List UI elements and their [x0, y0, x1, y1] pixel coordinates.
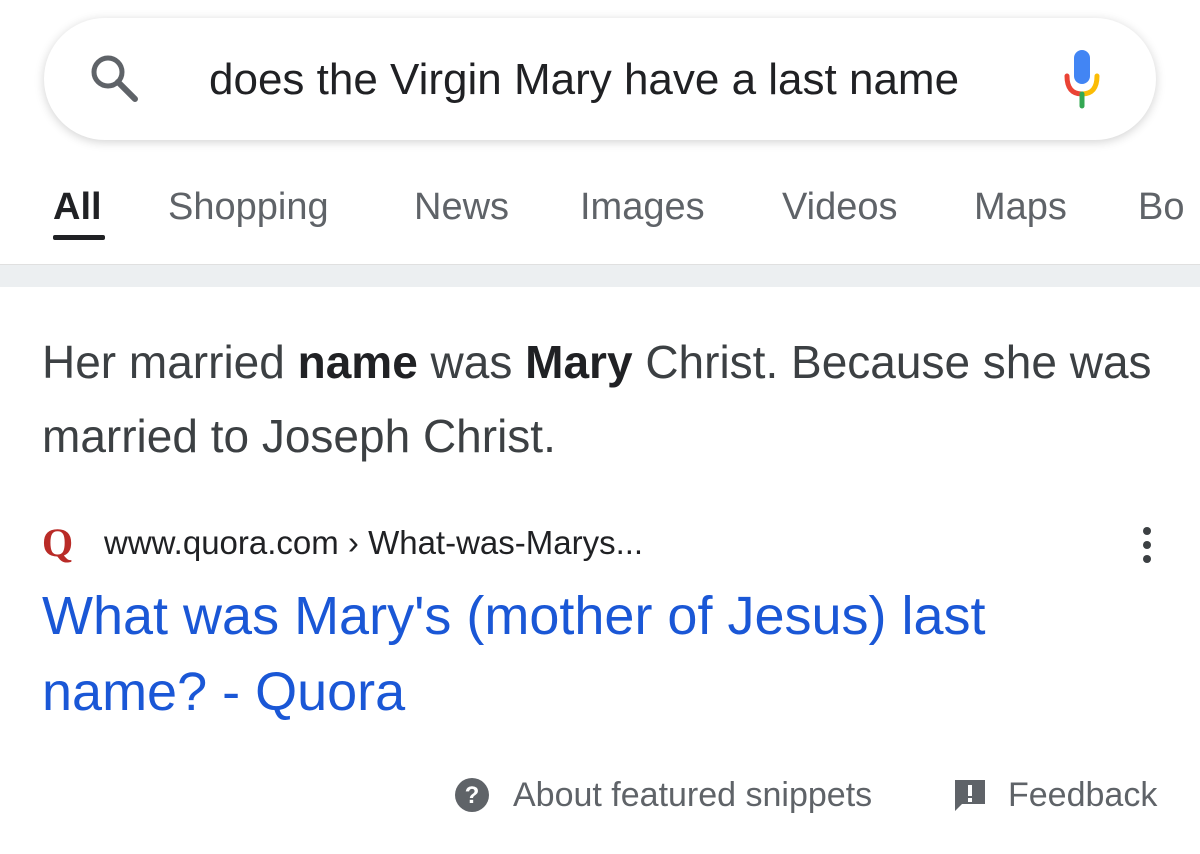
tab-maps[interactable]: Maps: [974, 182, 1067, 232]
section-divider: [0, 264, 1200, 287]
search-icon[interactable]: [88, 52, 140, 104]
svg-text:?: ?: [465, 782, 480, 809]
search-input[interactable]: does the Virgin Mary have a last name: [209, 50, 1009, 110]
result-title-link[interactable]: What was Mary's (mother of Jesus) last n…: [42, 578, 1162, 730]
quora-logo: Q: [42, 520, 74, 565]
about-featured-snippets-link[interactable]: About featured snippets: [513, 765, 872, 825]
result-source: Q www.quora.com › What-was-Marys...: [42, 515, 1162, 571]
tab-books[interactable]: Bo: [1138, 182, 1184, 232]
snippet-bold-2: Mary: [525, 336, 633, 388]
tab-news[interactable]: News: [414, 182, 509, 232]
tab-images[interactable]: Images: [580, 182, 705, 232]
snippet-text-1: Her married: [42, 336, 298, 388]
feedback-link[interactable]: Feedback: [1008, 765, 1157, 825]
search-tabs: All Shopping News Images Videos Maps Bo: [0, 165, 1200, 265]
active-tab-indicator: [53, 235, 105, 240]
result-url[interactable]: www.quora.com › What-was-Marys...: [104, 515, 643, 571]
search-header: does the Virgin Mary have a last name: [0, 0, 1200, 165]
help-icon[interactable]: ?: [454, 777, 490, 813]
featured-snippet-text: Her married name was Mary Christ. Becaus…: [42, 325, 1162, 473]
tab-shopping[interactable]: Shopping: [168, 182, 329, 232]
feedback-icon[interactable]: [952, 777, 988, 813]
snippet-footer: ? About featured snippets Feedback: [0, 765, 1200, 825]
snippet-bold-1: name: [297, 336, 418, 388]
more-vert-icon[interactable]: [1132, 523, 1162, 567]
tab-all[interactable]: All: [53, 182, 102, 232]
tab-videos[interactable]: Videos: [782, 182, 898, 232]
microphone-icon[interactable]: [1062, 48, 1102, 110]
snippet-text-2: was: [417, 336, 526, 388]
